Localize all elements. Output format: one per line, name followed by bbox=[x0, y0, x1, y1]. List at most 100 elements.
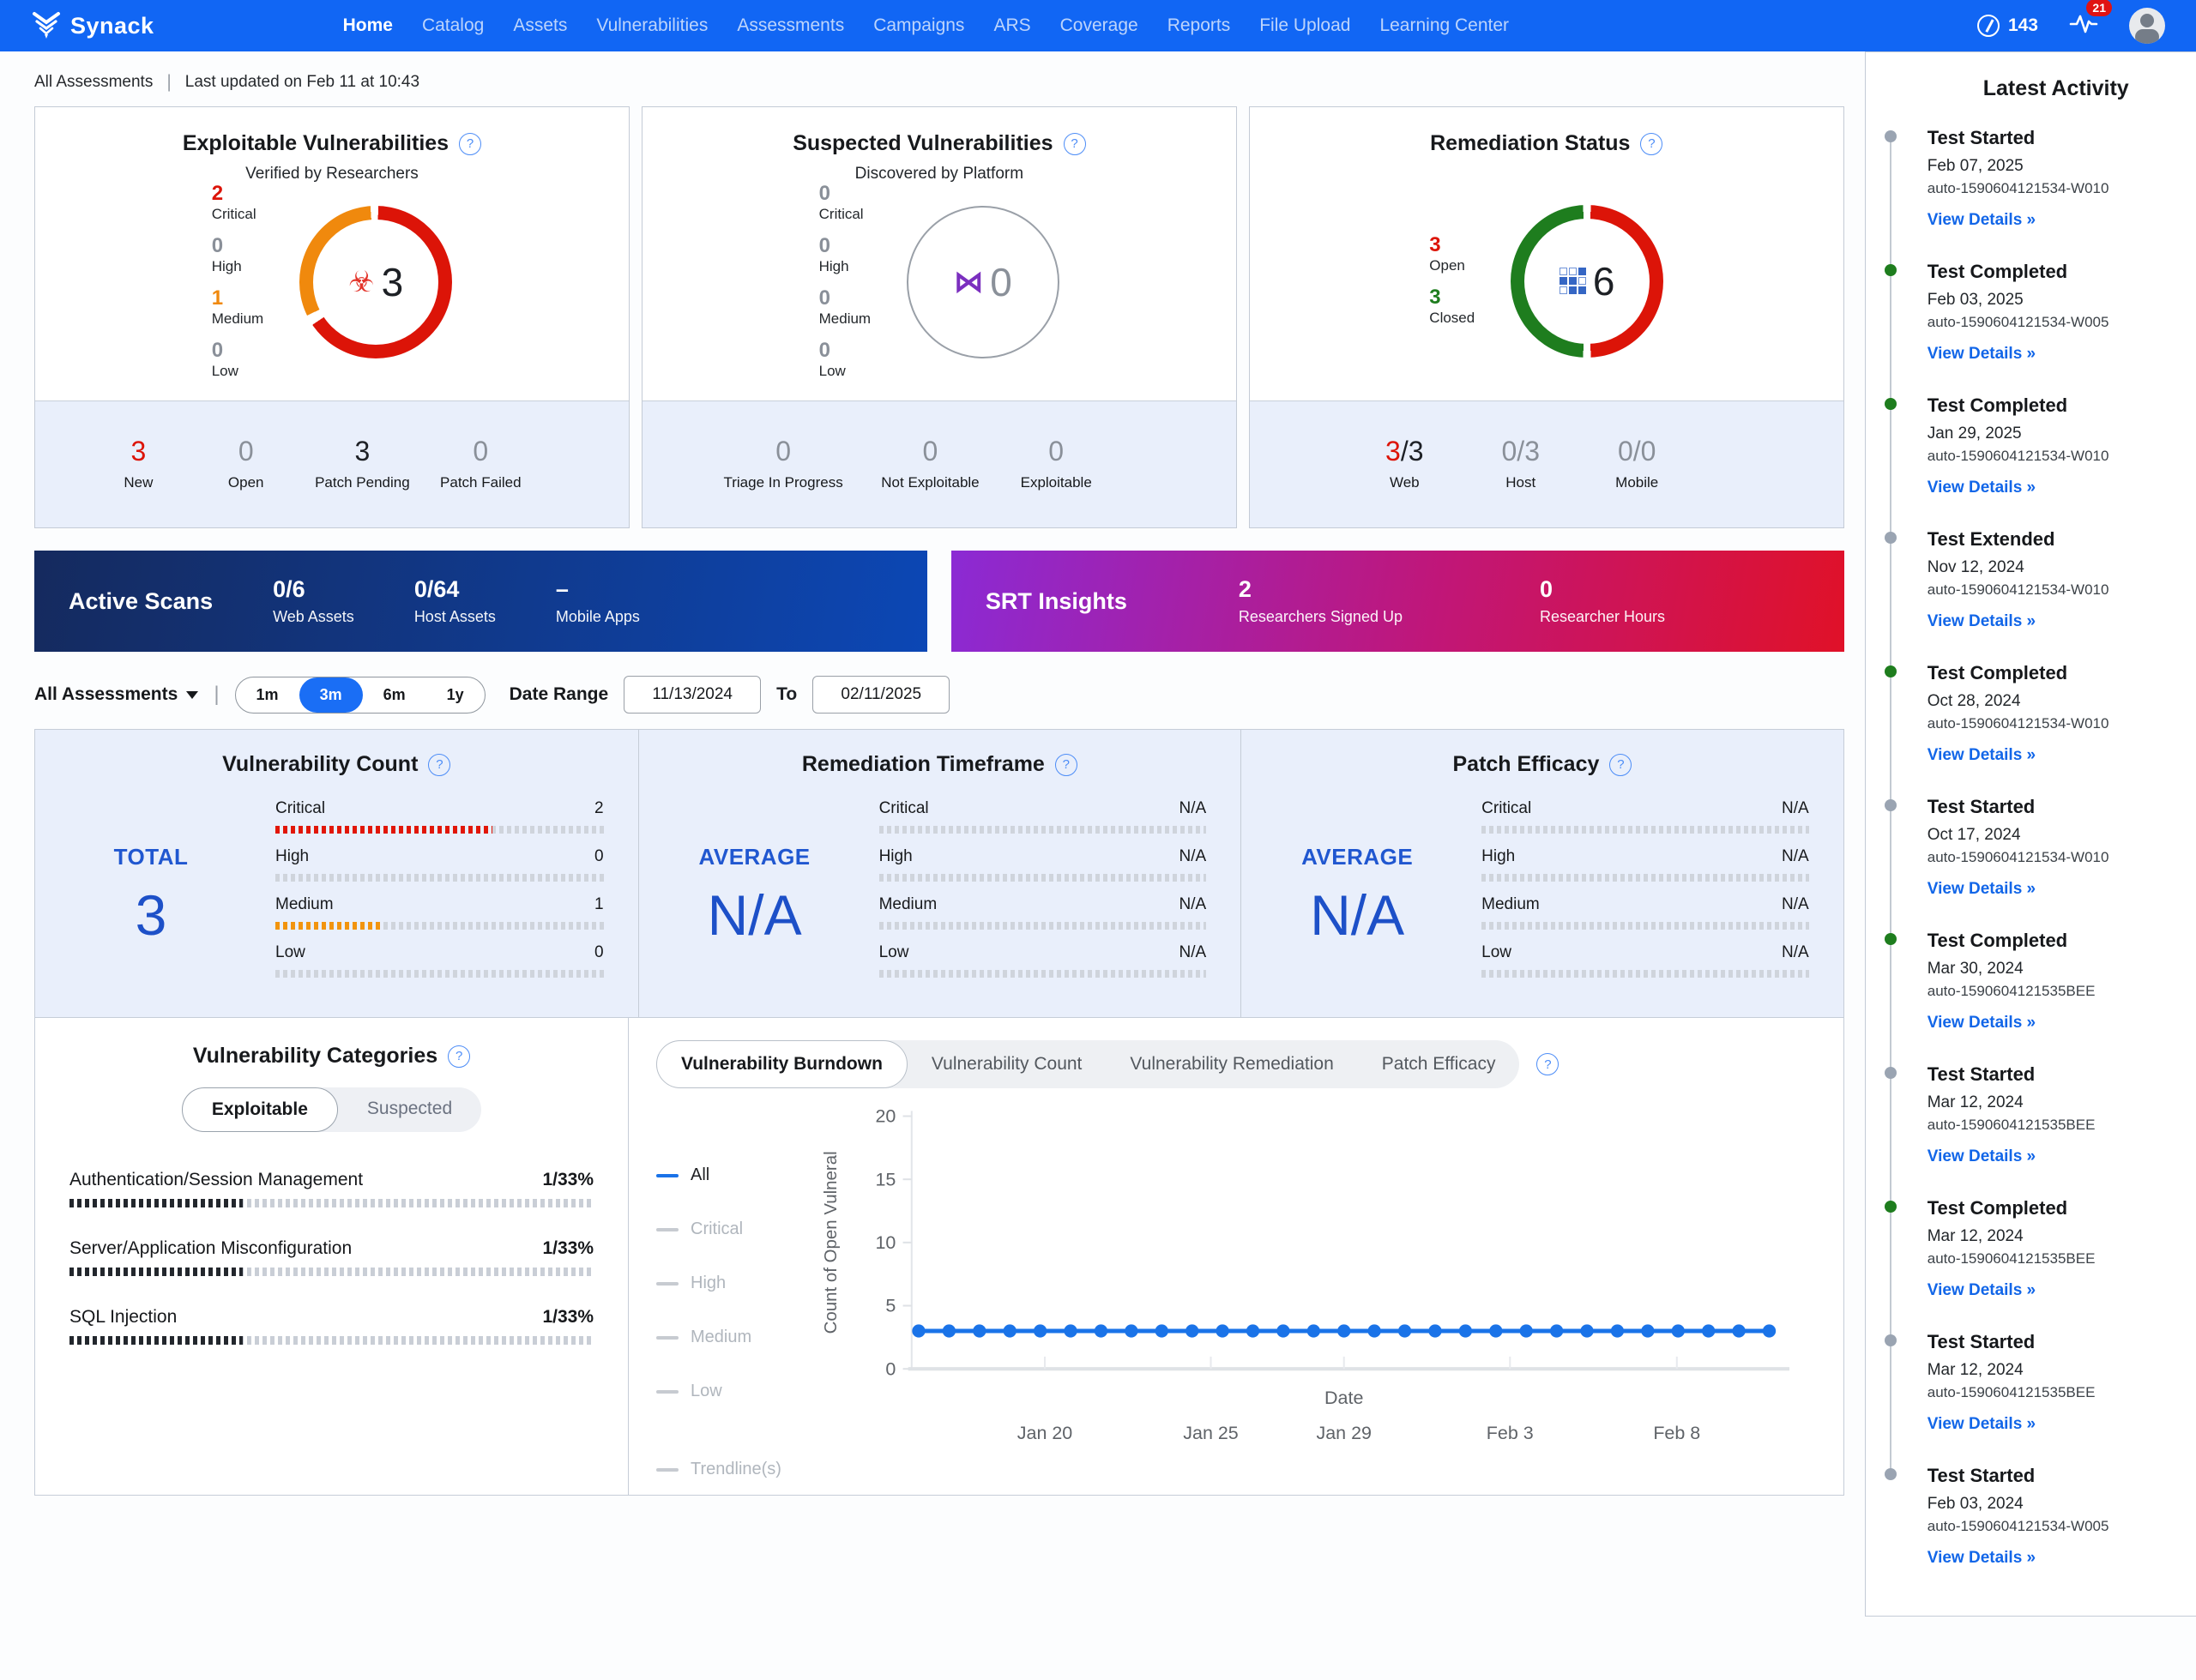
range-option-1y[interactable]: 1y bbox=[426, 677, 485, 713]
tab-vulnerability-count[interactable]: Vulnerability Count bbox=[908, 1041, 1107, 1087]
token-counter[interactable]: 143 bbox=[1977, 15, 2038, 37]
nav-item-reports[interactable]: Reports bbox=[1167, 15, 1231, 36]
nav-item-home[interactable]: Home bbox=[343, 15, 393, 36]
banners-row: Active Scans 0/6 Web Assets 0/64 Host As… bbox=[34, 551, 1844, 652]
view-details-link[interactable]: View Details » bbox=[1928, 211, 2036, 230]
help-icon[interactable]: ? bbox=[428, 754, 450, 776]
suspected-vulnerabilities-card: Suspected Vulnerabilities ? Discovered b… bbox=[642, 106, 1237, 528]
severity-stat: 0 Low bbox=[212, 340, 263, 380]
severity-label: High bbox=[212, 258, 263, 275]
category-item: Authentication/Session Management 1/33% bbox=[69, 1170, 594, 1207]
token-coin-icon bbox=[1977, 15, 2000, 37]
view-details-link[interactable]: View Details » bbox=[1928, 1014, 2036, 1033]
breadcrumb: All Assessments | Last updated on Feb 11… bbox=[34, 72, 1844, 93]
footer-stat: 0 Open bbox=[208, 437, 285, 491]
status-dot bbox=[1885, 933, 1897, 945]
severity-stat: 0 Medium bbox=[819, 288, 871, 328]
legend-item-low[interactable]: Low bbox=[656, 1382, 806, 1401]
view-details-link[interactable]: View Details » bbox=[1928, 1281, 2036, 1300]
severity-value: 1 bbox=[212, 288, 263, 309]
nav-item-assets[interactable]: Assets bbox=[513, 15, 567, 36]
activity-item: Test Completed Mar 30, 2024 auto-1590604… bbox=[1866, 930, 2196, 1063]
legend-item-trendlines[interactable]: Trendline(s) bbox=[656, 1460, 806, 1479]
nav-item-assessments[interactable]: Assessments bbox=[737, 15, 844, 36]
active-scans-banner[interactable]: Active Scans 0/6 Web Assets 0/64 Host As… bbox=[34, 551, 927, 652]
notifications-button[interactable]: 21 bbox=[2069, 11, 2098, 41]
tab-patch-efficacy[interactable]: Patch Efficacy bbox=[1358, 1041, 1520, 1087]
legend-item-medium[interactable]: Medium bbox=[656, 1328, 806, 1347]
tab-vulnerability-burndown[interactable]: Vulnerability Burndown bbox=[656, 1040, 908, 1088]
view-details-link[interactable]: View Details » bbox=[1928, 746, 2036, 765]
nav-item-campaigns[interactable]: Campaigns bbox=[873, 15, 964, 36]
range-option-6m[interactable]: 6m bbox=[363, 677, 426, 713]
svg-text:0: 0 bbox=[885, 1358, 896, 1379]
help-icon[interactable]: ? bbox=[1055, 754, 1077, 776]
help-icon[interactable]: ? bbox=[1640, 133, 1662, 155]
view-details-link[interactable]: View Details » bbox=[1928, 1415, 2036, 1434]
legend-item-all[interactable]: All bbox=[656, 1165, 806, 1185]
toggle-exploitable[interactable]: Exploitable bbox=[182, 1087, 338, 1132]
metric-row: MediumN/A bbox=[879, 895, 1207, 930]
nav-item-file-upload[interactable]: File Upload bbox=[1259, 15, 1350, 36]
footer-stat: 3/3 Web bbox=[1366, 437, 1443, 491]
breadcrumb-scope[interactable]: All Assessments bbox=[34, 73, 153, 92]
help-icon[interactable]: ? bbox=[1536, 1053, 1559, 1075]
metric-row: LowN/A bbox=[879, 943, 1207, 978]
burndown-chart-card: Vulnerability Burndown Vulnerability Cou… bbox=[629, 1018, 1843, 1495]
brand[interactable]: Synack bbox=[31, 10, 154, 41]
assessment-scope-dropdown[interactable]: All Assessments bbox=[34, 684, 198, 705]
srt-insights-banner[interactable]: SRT Insights 2 Researchers Signed Up 0 R… bbox=[951, 551, 1844, 652]
user-avatar[interactable] bbox=[2129, 8, 2165, 44]
range-option-1m[interactable]: 1m bbox=[236, 677, 299, 713]
nav-item-ars[interactable]: ARS bbox=[993, 15, 1030, 36]
help-icon[interactable]: ? bbox=[448, 1045, 470, 1068]
severity-value: 0 bbox=[212, 340, 263, 361]
last-updated: Last updated on Feb 11 at 10:43 bbox=[185, 73, 419, 92]
nav-item-learning-center[interactable]: Learning Center bbox=[1379, 15, 1509, 36]
legend-swatch bbox=[656, 1282, 679, 1286]
status-dot bbox=[1885, 532, 1897, 544]
view-details-link[interactable]: View Details » bbox=[1928, 1549, 2036, 1568]
exploitable-vulnerabilities-card: Exploitable Vulnerabilities ? Verified b… bbox=[34, 106, 630, 528]
toggle-suspected[interactable]: Suspected bbox=[338, 1087, 481, 1132]
help-icon[interactable]: ? bbox=[459, 133, 481, 155]
svg-text:Jan 25: Jan 25 bbox=[1183, 1423, 1239, 1443]
metric-row: HighN/A bbox=[879, 847, 1207, 882]
total-block: TOTAL 3 bbox=[69, 844, 232, 948]
burndown-line-chart: 05101520Jan 20Jan 25Jan 29Feb 3Feb 8Date… bbox=[806, 1097, 1816, 1474]
nav-item-vulnerabilities[interactable]: Vulnerabilities bbox=[596, 15, 708, 36]
tab-vulnerability-remediation[interactable]: Vulnerability Remediation bbox=[1106, 1041, 1357, 1087]
exploitable-donut-chart: ☣ 3 bbox=[299, 206, 452, 358]
legend-swatch bbox=[656, 1174, 679, 1177]
nav-items: Home Catalog Assets Vulnerabilities Asse… bbox=[343, 15, 1977, 36]
view-details-link[interactable]: View Details » bbox=[1928, 880, 2036, 899]
exploitable-card-title: Exploitable Vulnerabilities bbox=[183, 131, 449, 156]
remediation-timeframe-card: Remediation Timeframe ? AVERAGE N/A Crit… bbox=[638, 730, 1241, 1017]
legend-item-critical[interactable]: Critical bbox=[656, 1219, 806, 1239]
vulnerability-count-card: Vulnerability Count ? TOTAL 3 Critical2 bbox=[35, 730, 638, 1017]
metric-row: Medium1 bbox=[275, 895, 604, 930]
view-details-link[interactable]: View Details » bbox=[1928, 479, 2036, 497]
svg-text:Date: Date bbox=[1324, 1388, 1363, 1408]
date-to-input[interactable] bbox=[812, 676, 950, 714]
help-icon[interactable]: ? bbox=[1064, 133, 1086, 155]
view-details-link[interactable]: View Details » bbox=[1928, 612, 2036, 631]
activity-item: Test Completed Jan 29, 2025 auto-1590604… bbox=[1866, 394, 2196, 528]
nav-item-catalog[interactable]: Catalog bbox=[422, 15, 484, 36]
main-column: All Assessments | Last updated on Feb 11… bbox=[34, 51, 1844, 1496]
date-from-input[interactable] bbox=[624, 676, 761, 714]
category-label: Server/Application Misconfiguration bbox=[69, 1238, 352, 1259]
remediation-timeframe-title: Remediation Timeframe bbox=[802, 752, 1045, 777]
view-details-link[interactable]: View Details » bbox=[1928, 345, 2036, 364]
svg-text:5: 5 bbox=[885, 1296, 896, 1316]
nav-item-coverage[interactable]: Coverage bbox=[1060, 15, 1138, 36]
notification-badge: 21 bbox=[2086, 0, 2112, 16]
view-details-link[interactable]: View Details » bbox=[1928, 1147, 2036, 1166]
footer-stat: 0/3 Host bbox=[1482, 437, 1560, 491]
legend-item-high[interactable]: High bbox=[656, 1274, 806, 1293]
category-item: SQL Injection 1/33% bbox=[69, 1307, 594, 1345]
help-icon[interactable]: ? bbox=[1609, 754, 1632, 776]
status-dot bbox=[1885, 1334, 1897, 1346]
status-dot bbox=[1885, 1067, 1897, 1079]
range-option-3m[interactable]: 3m bbox=[299, 677, 363, 713]
